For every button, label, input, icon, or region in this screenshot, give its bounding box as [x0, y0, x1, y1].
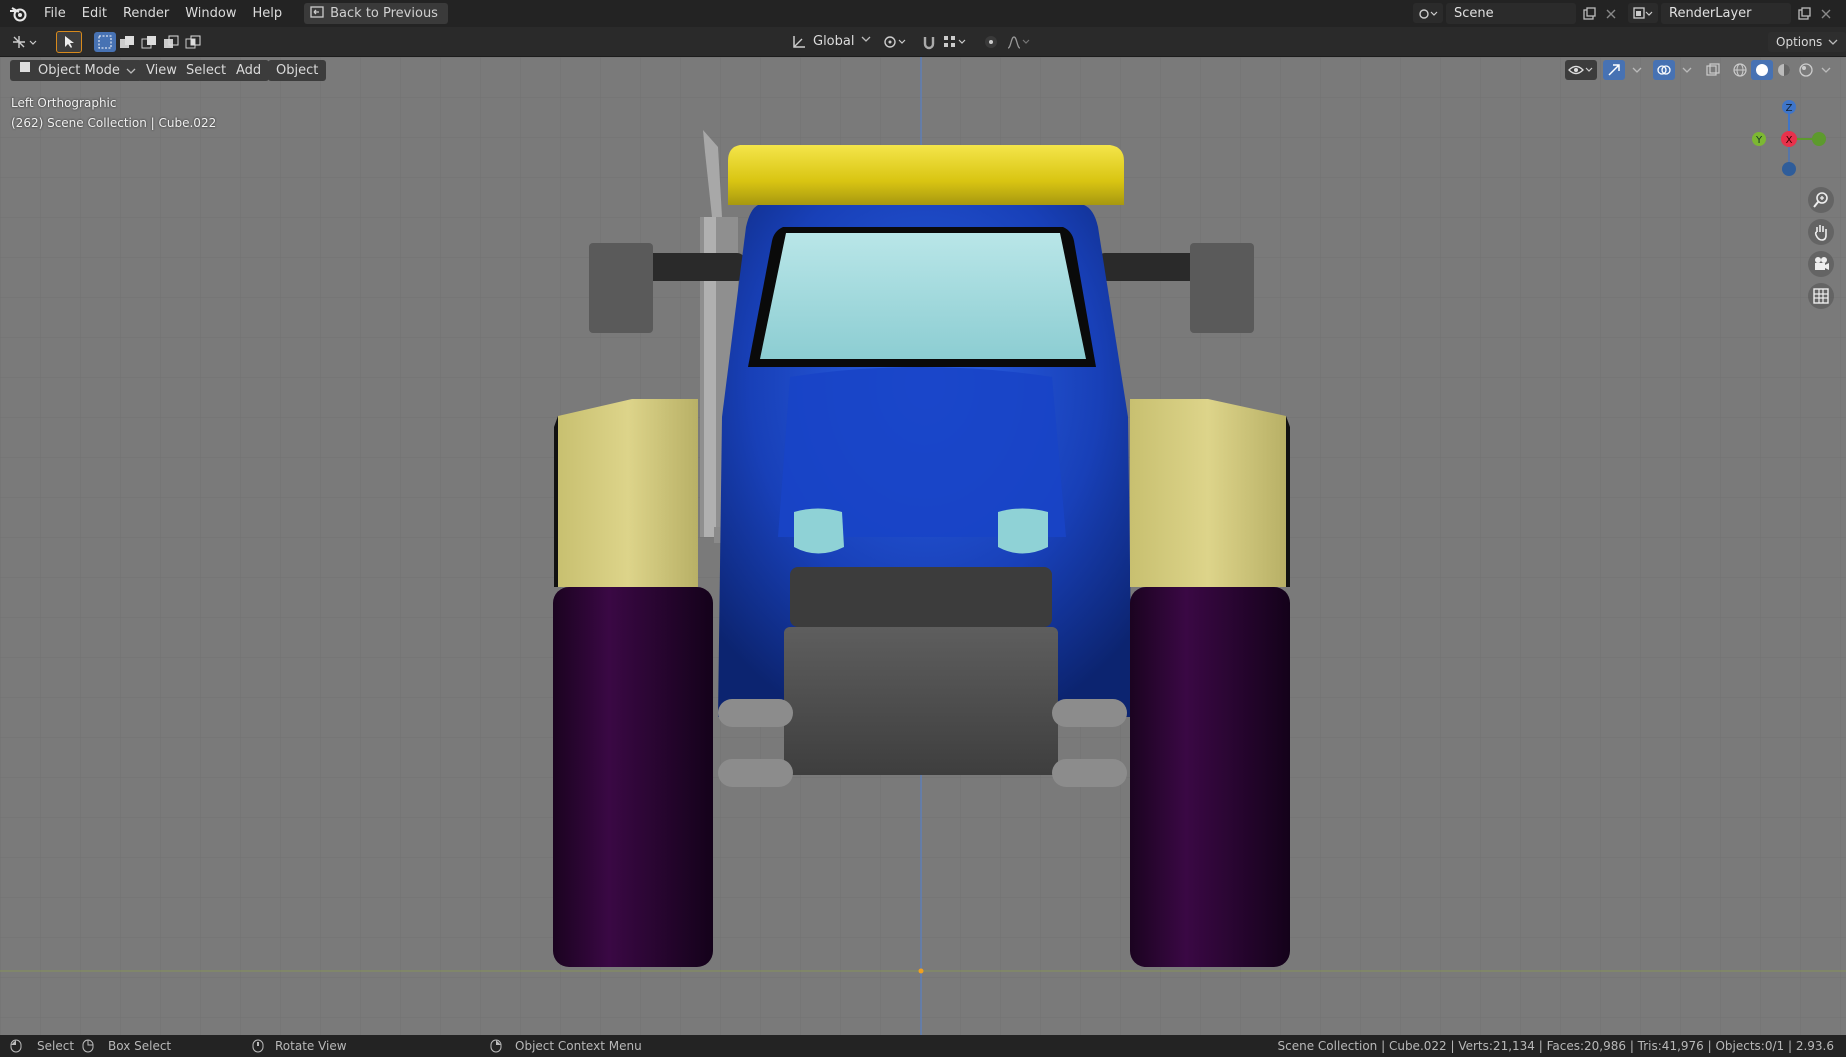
status-rotate-view-hint: Rotate View	[275, 1039, 347, 1053]
menu-window[interactable]: Window	[177, 0, 244, 27]
object-menu[interactable]: Object	[268, 60, 327, 81]
overlays-dropdown-icon[interactable]	[1676, 60, 1698, 80]
menu-render[interactable]: Render	[115, 0, 177, 27]
shading-rendered-icon[interactable]	[1795, 60, 1817, 80]
select-mode-intersect-icon[interactable]	[182, 32, 204, 52]
pivot-point-icon[interactable]	[880, 32, 910, 52]
new-render-layer-icon[interactable]	[1793, 4, 1815, 24]
shading-solid-icon[interactable]	[1751, 60, 1773, 80]
transform-orientation-icon[interactable]	[788, 32, 810, 52]
select-mode-subtract-icon[interactable]	[138, 32, 160, 52]
gizmo-neg-z-axis[interactable]	[1782, 162, 1796, 176]
mouse-drag-icon	[82, 1039, 96, 1056]
view-name: Left Orthographic	[11, 96, 117, 110]
overlays-toggle-icon[interactable]	[1653, 60, 1675, 80]
select-mode-extend-icon[interactable]	[116, 32, 138, 52]
select-mode-invert-icon[interactable]	[160, 32, 182, 52]
gizmo-dropdown-icon[interactable]	[1626, 60, 1648, 80]
shading-wireframe-icon[interactable]	[1729, 60, 1751, 80]
back-to-previous-button[interactable]: Back to Previous	[304, 3, 448, 24]
proportional-edit-icon[interactable]	[980, 32, 1002, 52]
render-layer-browse-icon[interactable]	[1628, 3, 1658, 23]
transform-orientation-value[interactable]: Global	[813, 34, 854, 49]
mouse-middle-icon	[252, 1039, 264, 1056]
delete-render-layer-icon[interactable]	[1815, 4, 1837, 24]
snap-target-icon[interactable]	[940, 32, 970, 52]
object-mode-icon	[18, 60, 32, 81]
mode-chevron-down-icon	[126, 68, 136, 74]
select-mode-new-icon[interactable]	[94, 32, 116, 52]
viewport-scene	[0, 57, 1846, 1035]
options-label: Options	[1776, 35, 1823, 49]
scene-browse-icon[interactable]	[1413, 3, 1443, 23]
gizmo-z-label: Z	[1786, 103, 1793, 114]
mouse-left-icon	[10, 1039, 22, 1056]
select-menu[interactable]: Select	[178, 60, 235, 81]
snap-toggle-icon[interactable]	[918, 32, 940, 52]
gizmo-neg-y-axis[interactable]	[1812, 132, 1826, 146]
back-window-icon	[310, 5, 324, 22]
options-chevron-down-icon	[1828, 39, 1838, 45]
status-select-hint: Select	[37, 1039, 75, 1053]
gizmo-toggle-icon[interactable]	[1603, 60, 1625, 80]
delete-scene-icon[interactable]	[1600, 4, 1622, 24]
3d-viewport[interactable]: Object Mode View Select Add Object Left …	[0, 57, 1846, 1035]
menu-edit[interactable]: Edit	[74, 0, 115, 27]
navigation-gizmo[interactable]: Z Y X	[1740, 95, 1840, 185]
gizmo-x-label: X	[1786, 135, 1793, 146]
select-tool-icon[interactable]	[56, 31, 82, 53]
visibility-toggle-icon[interactable]	[1565, 60, 1597, 80]
xray-toggle-icon[interactable]	[1702, 60, 1724, 80]
orientation-dropdown-icon[interactable]	[861, 33, 871, 48]
shading-material-icon[interactable]	[1773, 60, 1795, 80]
collection-info: (262) Scene Collection | Cube.022	[11, 116, 217, 130]
status-box-select-hint: Box Select	[108, 1039, 172, 1053]
proportional-falloff-icon[interactable]	[1004, 32, 1034, 52]
status-context-menu-hint: Object Context Menu	[515, 1039, 642, 1053]
blender-logo-icon[interactable]	[0, 0, 36, 27]
scene-name-field[interactable]: Scene	[1446, 3, 1576, 24]
add-menu[interactable]: Add	[228, 60, 270, 81]
editor-type-icon[interactable]	[8, 32, 42, 52]
shading-dropdown-icon[interactable]	[1815, 60, 1837, 80]
back-to-previous-label: Back to Previous	[330, 6, 438, 21]
render-layer-name: RenderLayer	[1669, 6, 1752, 21]
options-dropdown[interactable]: Options	[1768, 32, 1846, 52]
scene-statistics: Scene Collection | Cube.022 | Verts:21,1…	[1277, 1039, 1834, 1053]
menu-help[interactable]: Help	[245, 0, 291, 27]
mouse-right-icon	[490, 1039, 502, 1056]
zoom-view-icon[interactable]	[1808, 187, 1834, 213]
render-layer-field[interactable]: RenderLayer	[1661, 3, 1791, 24]
pan-view-hand-icon[interactable]	[1808, 219, 1834, 245]
object-mode-label: Object Mode	[38, 63, 120, 78]
new-scene-icon[interactable]	[1578, 4, 1600, 24]
tool-header: Global Options	[0, 27, 1846, 57]
top-menu-bar: File Edit Render Window Help Back to Pre…	[0, 0, 1846, 27]
menu-file[interactable]: File	[36, 0, 74, 27]
camera-view-icon[interactable]	[1808, 251, 1834, 277]
scene-name: Scene	[1454, 6, 1494, 21]
status-bar: Select Box Select Rotate View Object Con…	[0, 1035, 1846, 1057]
object-mode-dropdown[interactable]: Object Mode	[10, 60, 142, 81]
toggle-perspective-grid-icon[interactable]	[1808, 283, 1834, 309]
gizmo-y-label: Y	[1755, 135, 1763, 146]
